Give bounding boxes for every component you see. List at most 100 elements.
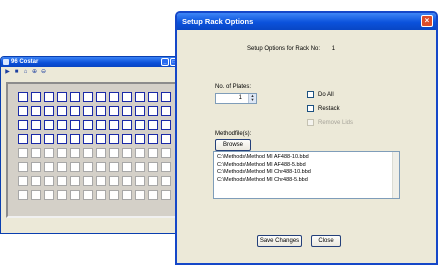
- plate-well[interactable]: [70, 120, 80, 130]
- plate-well[interactable]: [57, 106, 67, 116]
- plate-well[interactable]: [96, 190, 106, 200]
- plate-well[interactable]: [18, 190, 28, 200]
- plate-well[interactable]: [148, 162, 158, 172]
- plate-well[interactable]: [18, 162, 28, 172]
- plate-well[interactable]: [135, 190, 145, 200]
- plate-well[interactable]: [57, 176, 67, 186]
- plate-well[interactable]: [135, 120, 145, 130]
- plate-well[interactable]: [161, 162, 171, 172]
- plate-well[interactable]: [161, 148, 171, 158]
- spinner-arrows-icon[interactable]: ▲ ▼: [248, 94, 256, 103]
- plate-well[interactable]: [109, 106, 119, 116]
- plate-well[interactable]: [109, 176, 119, 186]
- plate-well[interactable]: [70, 134, 80, 144]
- plate-well[interactable]: [161, 92, 171, 102]
- plate-well[interactable]: [83, 162, 93, 172]
- plate-well[interactable]: [96, 120, 106, 130]
- plate-well[interactable]: [57, 148, 67, 158]
- plate-well[interactable]: [83, 106, 93, 116]
- plate-well[interactable]: [44, 190, 54, 200]
- plate-well[interactable]: [44, 106, 54, 116]
- plate-well[interactable]: [44, 134, 54, 144]
- plate-well[interactable]: [122, 162, 132, 172]
- home-icon[interactable]: ⌂: [22, 69, 29, 76]
- method-files-list[interactable]: C:\Methods\Method MI AF488-10.bbd C:\Met…: [213, 151, 400, 199]
- plate-well[interactable]: [44, 162, 54, 172]
- plate-well[interactable]: [161, 176, 171, 186]
- restack-checkbox[interactable]: Restack: [307, 105, 340, 112]
- plate-well[interactable]: [44, 176, 54, 186]
- plate-well[interactable]: [122, 176, 132, 186]
- plate-well[interactable]: [57, 120, 67, 130]
- plate-well[interactable]: [122, 120, 132, 130]
- plate-well[interactable]: [31, 120, 41, 130]
- plate-well[interactable]: [70, 162, 80, 172]
- plate-well[interactable]: [18, 120, 28, 130]
- list-item[interactable]: C:\Methods\Method MI Chr488-5.bbd: [217, 177, 396, 185]
- dialog-close-button[interactable]: ×: [421, 15, 433, 27]
- list-scrollbar[interactable]: [392, 152, 399, 198]
- plate-well[interactable]: [122, 190, 132, 200]
- plate-well[interactable]: [122, 148, 132, 158]
- plate-well[interactable]: [57, 134, 67, 144]
- plate-well[interactable]: [31, 92, 41, 102]
- plate-well[interactable]: [135, 106, 145, 116]
- plate-well[interactable]: [96, 162, 106, 172]
- minimize-button[interactable]: _: [161, 58, 169, 66]
- plate-well[interactable]: [109, 120, 119, 130]
- plate-well[interactable]: [148, 190, 158, 200]
- plate-well[interactable]: [148, 120, 158, 130]
- plate-well[interactable]: [148, 106, 158, 116]
- plate-well[interactable]: [44, 120, 54, 130]
- plate-well[interactable]: [161, 120, 171, 130]
- list-item[interactable]: C:\Methods\Method MI AF488-5.bbd: [217, 162, 396, 170]
- list-item[interactable]: C:\Methods\Method MI AF488-10.bbd: [217, 154, 396, 162]
- plate-well[interactable]: [44, 148, 54, 158]
- plate-well[interactable]: [109, 190, 119, 200]
- plate-well[interactable]: [18, 106, 28, 116]
- plate-well[interactable]: [135, 176, 145, 186]
- plate-well[interactable]: [135, 148, 145, 158]
- plate-well[interactable]: [161, 134, 171, 144]
- dialog-titlebar[interactable]: Setup Rack Options ×: [177, 13, 436, 30]
- plate-well[interactable]: [109, 162, 119, 172]
- plate-well[interactable]: [109, 92, 119, 102]
- save-changes-button[interactable]: Save Changes: [257, 235, 302, 247]
- zoom-in-icon[interactable]: ⊕: [31, 69, 38, 76]
- plate-well[interactable]: [18, 92, 28, 102]
- plate-well[interactable]: [70, 148, 80, 158]
- plate-well[interactable]: [96, 148, 106, 158]
- plate-well[interactable]: [161, 106, 171, 116]
- browse-button[interactable]: Browse: [215, 139, 251, 151]
- plate-well[interactable]: [31, 106, 41, 116]
- plate-well[interactable]: [70, 92, 80, 102]
- plate-well[interactable]: [31, 176, 41, 186]
- plate-well[interactable]: [161, 190, 171, 200]
- do-all-checkbox[interactable]: Do All: [307, 91, 334, 98]
- plate-well[interactable]: [83, 134, 93, 144]
- plate-well[interactable]: [44, 92, 54, 102]
- plate-well[interactable]: [70, 176, 80, 186]
- plate-well[interactable]: [70, 106, 80, 116]
- stop-icon[interactable]: ■: [13, 69, 20, 76]
- plate-well[interactable]: [122, 106, 132, 116]
- plate-well[interactable]: [135, 162, 145, 172]
- plate-well[interactable]: [83, 148, 93, 158]
- zoom-out-icon[interactable]: ⊖: [40, 69, 47, 76]
- plate-well[interactable]: [135, 134, 145, 144]
- plate-well[interactable]: [96, 134, 106, 144]
- plate-well[interactable]: [109, 134, 119, 144]
- plate-well[interactable]: [57, 190, 67, 200]
- plate-well[interactable]: [122, 92, 132, 102]
- plate-well[interactable]: [83, 92, 93, 102]
- plate-well[interactable]: [96, 176, 106, 186]
- plate-well[interactable]: [70, 190, 80, 200]
- plate-well[interactable]: [31, 162, 41, 172]
- plate-well[interactable]: [18, 134, 28, 144]
- plates-spinner[interactable]: 1 ▲ ▼: [215, 93, 257, 104]
- plate-well[interactable]: [18, 176, 28, 186]
- plate-well[interactable]: [122, 134, 132, 144]
- list-item[interactable]: C:\Methods\Method MI Chr488-10.bbd: [217, 169, 396, 177]
- plate-well[interactable]: [96, 92, 106, 102]
- plate-well[interactable]: [148, 134, 158, 144]
